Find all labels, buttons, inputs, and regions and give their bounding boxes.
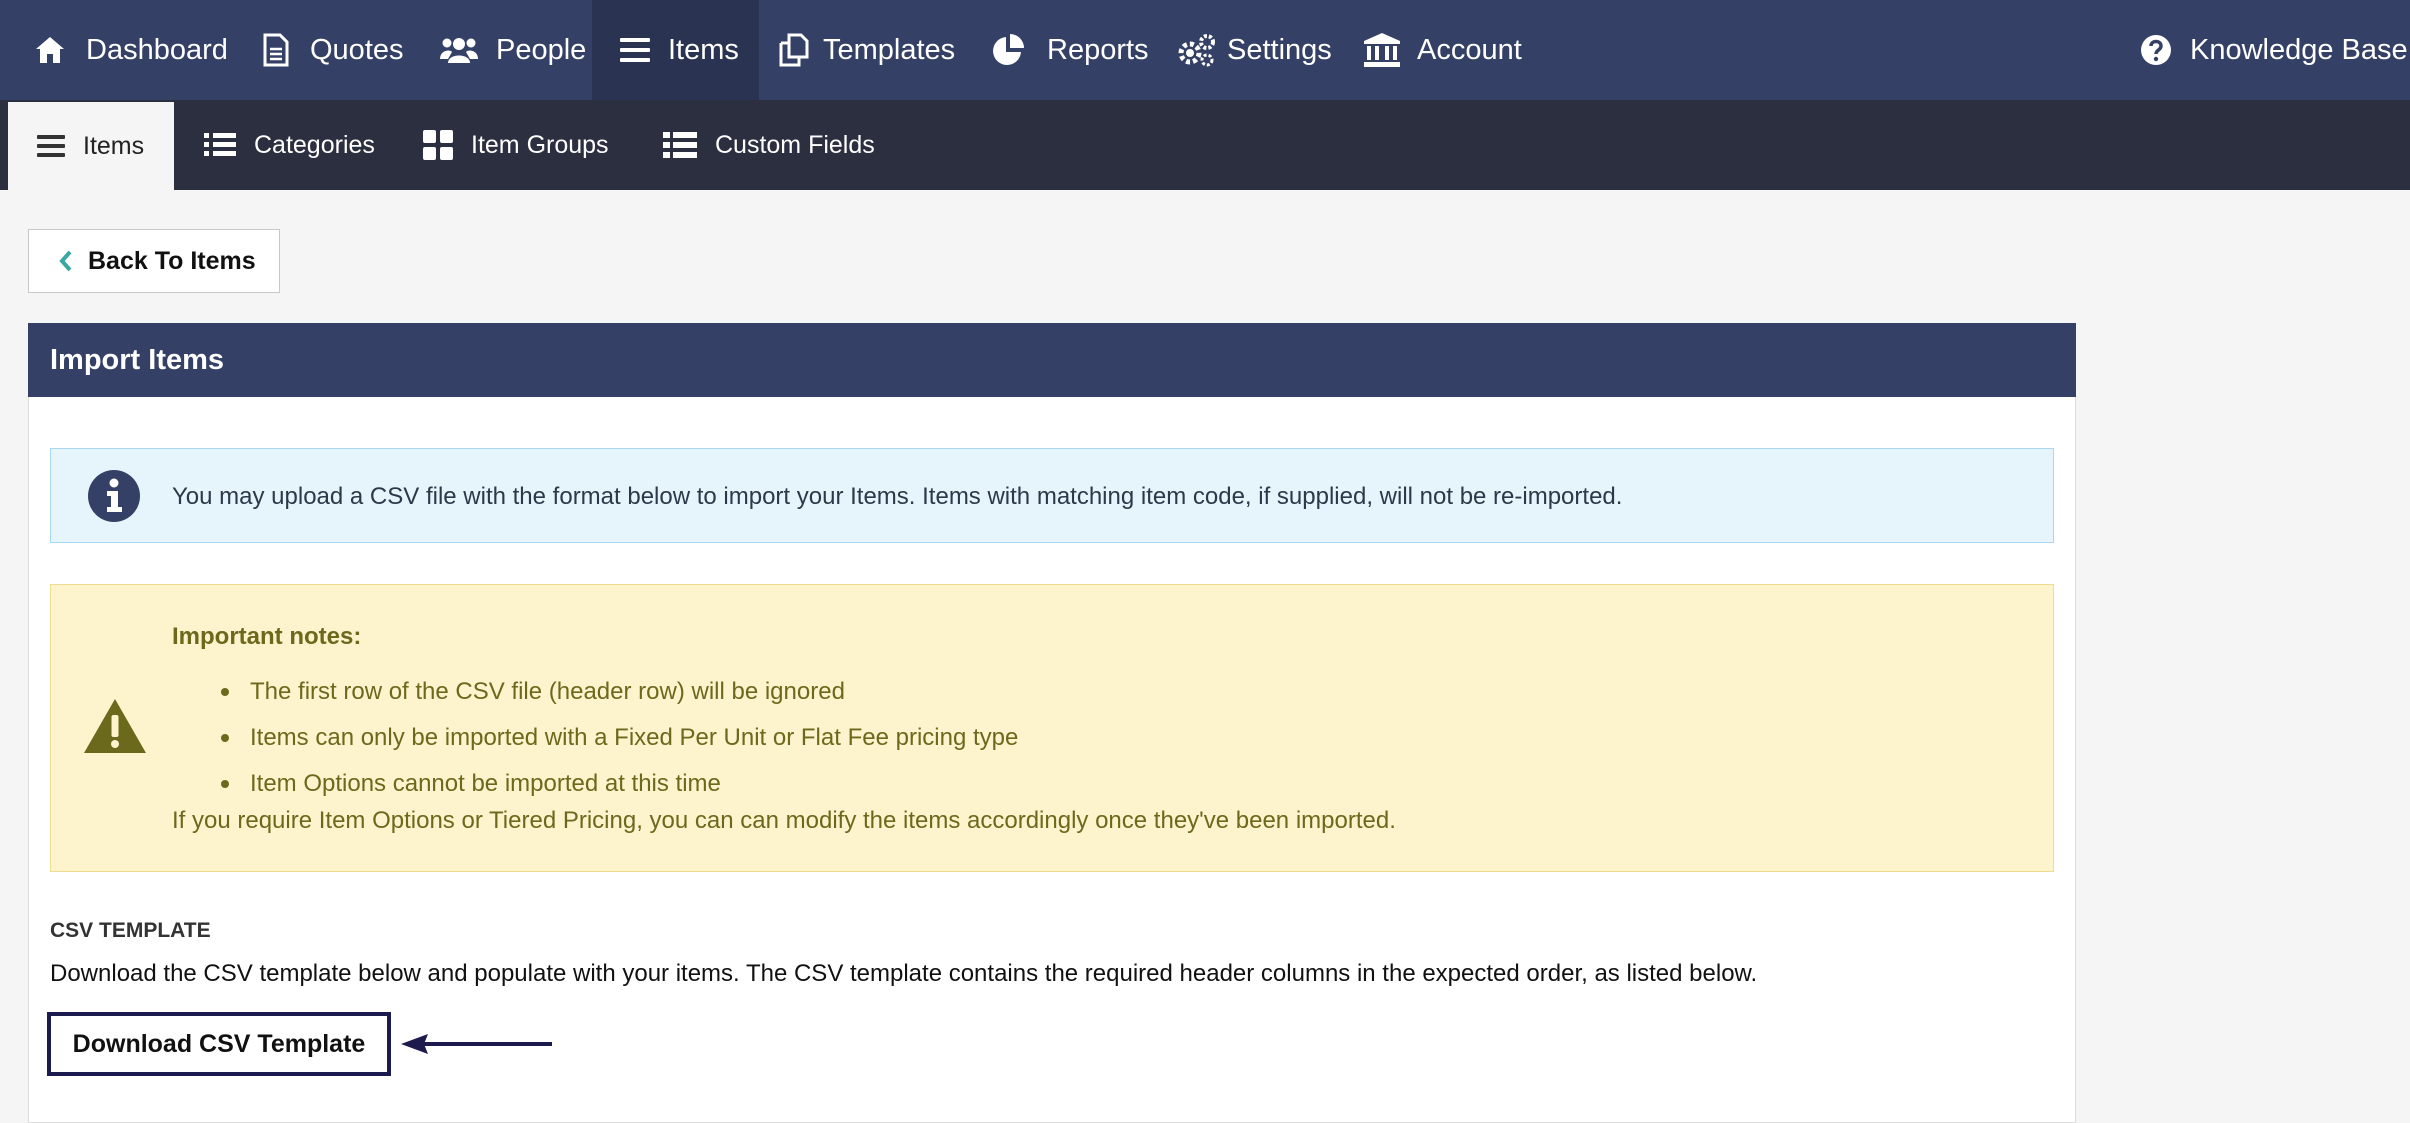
knowledge-base-label: Knowledge Base [2190,33,2408,66]
list-ul-icon [204,133,236,156]
csv-template-heading: CSV TEMPLATE [50,919,211,942]
subnav-item-label: Item Groups [471,130,609,159]
list-item: Items can only be imported with a Fixed … [221,724,1018,752]
nav-item-label: Quotes [310,33,404,66]
info-text: You may upload a CSV file with the forma… [172,483,1623,510]
nav-item-label: Dashboard [86,33,228,66]
bullet-text: The first row of the CSV file (header ro… [250,678,845,705]
subnav-item-items[interactable]: Items [8,102,174,190]
csv-template-description: Download the CSV template below and popu… [50,960,1758,987]
pie-chart-icon [993,34,1024,65]
warning-title: Important notes: [172,623,362,650]
subnav-item-categories[interactable]: Categories [174,100,384,190]
nav-item-settings[interactable]: Settings [1151,0,1335,100]
list-item: Item Options cannot be imported at this … [221,770,721,798]
nav-item-account[interactable]: Account [1335,0,1535,100]
subnav-item-label: Custom Fields [715,130,875,159]
nav-item-label: Items [668,33,739,66]
info-circle-icon [88,470,140,522]
nav-item-reports[interactable]: Reports [967,0,1151,100]
warning-alert: Important notes: The first row of the CS… [50,584,2054,872]
download-csv-template-button[interactable]: Download CSV Template [47,1012,391,1076]
nav-item-quotes[interactable]: Quotes [236,0,420,100]
back-to-items-button[interactable]: Back To Items [28,229,280,293]
warning-footer: If you require Item Options or Tiered Pr… [172,807,1396,834]
back-button-label: Back To Items [88,246,256,275]
users-icon [440,38,478,63]
nav-item-label: Settings [1227,33,1332,66]
top-navigation: Dashboard Quotes People Items Templates … [0,0,2410,100]
list-item: The first row of the CSV file (header ro… [221,678,845,706]
document-icon [263,33,289,67]
subnav-item-label: Items [83,131,145,160]
gears-icon [1178,34,1215,67]
list-icon [620,38,650,62]
bullet-text: Item Options cannot be imported at this … [250,770,721,797]
nav-item-label: Templates [823,33,956,66]
nav-item-label: Reports [1047,33,1149,66]
bank-icon [1364,33,1400,67]
nav-item-label: Account [1417,33,1522,66]
info-alert: You may upload a CSV file with the forma… [50,448,2054,543]
arrow-annotation [401,1034,552,1054]
question-circle-icon [2141,35,2171,65]
download-button-label: Download CSV Template [72,1029,366,1058]
sub-navigation: Items Categories Item Groups Custom Fiel… [0,100,2410,190]
panel-title-text: Import Items [50,343,225,376]
bullet-text: Items can only be imported with a Fixed … [250,724,1019,751]
subnav-item-custom-fields[interactable]: Custom Fields [624,100,880,190]
knowledge-base-link[interactable]: Knowledge Base [2126,0,2410,100]
chevron-left-icon [59,250,72,272]
grid-icon [423,130,453,160]
nav-item-people[interactable]: People [420,0,592,100]
subnav-item-item-groups[interactable]: Item Groups [384,100,624,190]
panel-title: Import Items [28,323,2076,397]
nav-item-label: People [496,33,587,66]
subnav-item-label: Categories [254,130,375,159]
nav-item-items[interactable]: Items [592,0,759,100]
nav-item-templates[interactable]: Templates [759,0,967,100]
home-icon [36,37,64,63]
warning-triangle-icon [84,699,146,753]
nav-item-dashboard[interactable]: Dashboard [0,0,236,100]
copy-icon [779,33,809,67]
list-icon [37,135,65,157]
list-ul-icon [663,132,697,158]
